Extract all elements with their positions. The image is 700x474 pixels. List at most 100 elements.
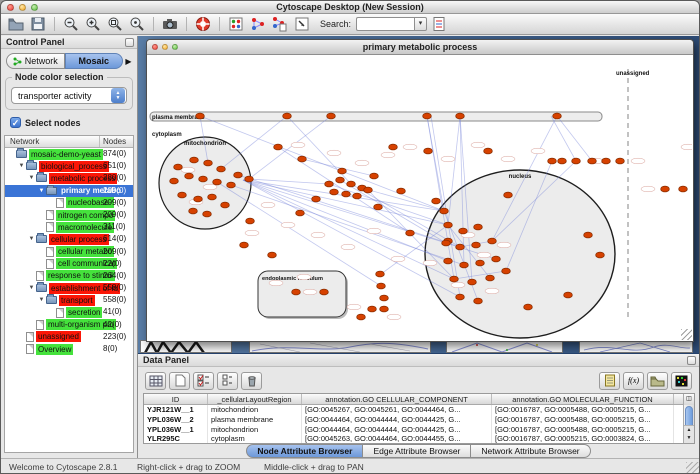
file-icon — [36, 271, 44, 281]
tree-row[interactable]: cellular metabo209(0) — [5, 246, 133, 258]
tree-column-separator[interactable] — [99, 136, 100, 147]
tree-row[interactable]: ▼biological_process651(0) — [5, 160, 133, 172]
plasma-membrane-region — [150, 112, 602, 121]
annotation-icon[interactable] — [292, 15, 312, 34]
import-attributes-icon[interactable] — [647, 372, 668, 390]
search-dropdown-button[interactable]: ▾ — [414, 17, 427, 31]
node-label-oval — [303, 289, 317, 295]
unselect-attributes-icon[interactable] — [217, 372, 238, 390]
tree-expand-icon[interactable]: ▼ — [37, 297, 46, 303]
vizmapper-icon[interactable] — [226, 15, 246, 34]
scrollbar-arrows[interactable]: ▲▼ — [684, 425, 694, 443]
tree-row[interactable]: macromolecule311(0) — [5, 221, 133, 233]
tree-row-node-count: 651(0) — [103, 161, 126, 170]
tree-row[interactable]: nitrogen compo209(0) — [5, 209, 133, 221]
window-resize-grip[interactable] — [681, 329, 692, 340]
tree-row[interactable]: ▼metabolic process280(0) — [5, 172, 133, 184]
network-view-icon[interactable] — [248, 15, 268, 34]
tree-expand-icon[interactable]: ▼ — [37, 188, 46, 194]
network-node — [347, 181, 356, 187]
data-panel-title: Data Panel — [143, 355, 189, 365]
table-row[interactable]: YJR121W__1mitochondrion[GO:0045267, GO:0… — [144, 405, 694, 415]
table-column-header[interactable]: annotation.GO CELLULAR_COMPONENT — [302, 394, 492, 404]
tree-row[interactable]: ▼primary metabo209(0) — [5, 185, 133, 197]
zoom-in-icon[interactable] — [83, 15, 103, 34]
tree-row[interactable]: secretion41(0) — [5, 306, 133, 318]
network-node — [213, 179, 222, 185]
tab-network-label: Network — [25, 54, 58, 69]
tree-row[interactable]: cell communicat22(0) — [5, 258, 133, 270]
new-attribute-icon[interactable] — [169, 372, 190, 390]
attribute-grid-icon[interactable] — [145, 372, 166, 390]
tab-network[interactable]: Network — [6, 53, 65, 69]
network-destroy-icon[interactable] — [270, 15, 290, 34]
tree-expand-icon[interactable]: ▼ — [27, 236, 36, 242]
select-nodes-checkbox[interactable]: ✓ — [10, 117, 21, 128]
float-panel-icon[interactable] — [687, 356, 696, 365]
help-icon[interactable] — [193, 15, 213, 34]
status-bar: Welcome to Cytoscape 2.8.1 Right-click +… — [1, 458, 699, 473]
select-attributes-icon[interactable] — [193, 372, 214, 390]
node-label-oval — [423, 260, 437, 266]
table-row[interactable]: YPL036W__1mitochondrion[GO:0044464, GO:0… — [144, 425, 694, 435]
search-input[interactable] — [356, 17, 414, 31]
tree-expand-icon[interactable]: ▼ — [27, 175, 36, 181]
tree-expand-icon[interactable]: ▼ — [27, 285, 36, 291]
tree-row[interactable]: mosaic-demo-yeast874(0) — [5, 148, 133, 160]
snapshot-icon[interactable] — [160, 15, 180, 34]
open-session-button[interactable] — [6, 15, 26, 34]
tab-network-attribute-browser[interactable]: Network Attribute Browser — [471, 444, 590, 458]
network-canvas-wrap: plasma membranecytoplasmunassignednucleu… — [148, 55, 692, 340]
network-node — [199, 176, 208, 182]
node-color-combobox[interactable]: transporter activity ▲▼ — [11, 87, 127, 104]
tab-mosaic[interactable]: Mosaic — [65, 53, 124, 69]
tree-row[interactable]: ▼transport558(0) — [5, 294, 133, 306]
app-resize-grip[interactable] — [686, 462, 699, 474]
tree-row[interactable]: nucleobase-209(0) — [5, 197, 133, 209]
tree-row[interactable]: Overview8(0) — [5, 343, 133, 355]
column-options-button[interactable]: ◫ — [683, 394, 694, 405]
table-column-header[interactable]: _cellularLayoutRegion — [208, 394, 302, 404]
network-node — [450, 276, 459, 282]
tree-row[interactable]: response to stimul264(0) — [5, 270, 133, 282]
advanced-search-icon[interactable] — [429, 15, 449, 34]
folder-icon — [36, 174, 47, 182]
tree-row-node-count: 209(0) — [103, 210, 126, 219]
tab-overflow-arrow[interactable]: ▶ — [123, 57, 134, 66]
tree-expand-icon[interactable]: ▼ — [17, 163, 26, 169]
tree-row[interactable]: ▼cellular process614(0) — [5, 233, 133, 245]
tab-edge-attribute-browser[interactable]: Edge Attribute Browser — [363, 444, 471, 458]
matrix-icon[interactable] — [671, 372, 692, 390]
table-row[interactable]: YLR295Ccytoplasm[GO:0045263, GO:0044464,… — [144, 434, 694, 444]
tab-node-attribute-browser[interactable]: Node Attribute Browser — [246, 444, 363, 458]
node-label-oval — [297, 274, 311, 280]
table-cell: [GO:0016787, GO:0005215, GO:0003824, G..… — [492, 434, 674, 444]
folder-icon — [16, 150, 27, 158]
network-node — [377, 283, 386, 289]
table-vertical-scrollbar[interactable]: ▲▼ — [683, 405, 694, 443]
network-node — [486, 275, 495, 281]
network-node — [196, 113, 205, 119]
network-canvas[interactable]: plasma membranecytoplasmunassignednucleu… — [148, 55, 692, 340]
tree-row-node-count: 209(0) — [103, 247, 126, 256]
table-column-header[interactable]: annotation.GO MOLECULAR_FUNCTION — [492, 394, 674, 404]
tree-row[interactable]: multi-organism pro42(0) — [5, 319, 133, 331]
file-icon — [46, 222, 54, 232]
save-session-button[interactable] — [28, 15, 48, 34]
tree-header: Network Nodes — [5, 136, 133, 148]
network-node — [320, 289, 329, 295]
tree-row[interactable]: unassigned223(0) — [5, 331, 133, 343]
zoom-fit-icon[interactable] — [127, 15, 147, 34]
table-column-header[interactable]: ID — [144, 394, 208, 404]
network-node — [380, 306, 389, 312]
tree-row[interactable]: ▼establishment of lo558(0) — [5, 282, 133, 294]
table-row[interactable]: YPL036W__2plasma membrane[GO:0044464, GO… — [144, 415, 694, 425]
tab-mosaic-label: Mosaic — [78, 54, 109, 69]
zoom-selected-region-icon[interactable] — [105, 15, 125, 34]
float-panel-icon[interactable] — [125, 38, 134, 47]
delete-attribute-icon[interactable] — [241, 372, 262, 390]
zoom-out-icon[interactable] — [61, 15, 81, 34]
notes-icon[interactable] — [599, 372, 620, 390]
network-window-titlebar[interactable]: primary metabolic process — [147, 40, 693, 55]
function-builder-icon[interactable]: f(x) — [623, 372, 644, 390]
